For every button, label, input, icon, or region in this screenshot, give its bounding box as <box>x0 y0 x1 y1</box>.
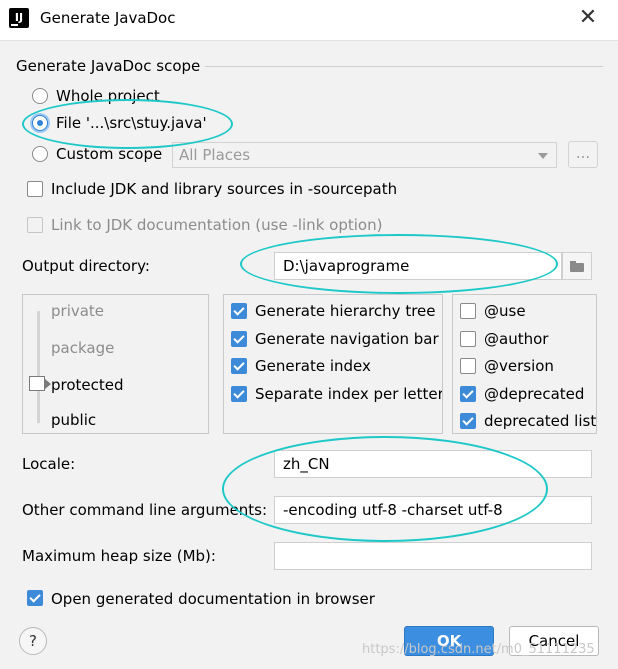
open-browser-label[interactable]: Open generated documentation in browser <box>51 590 375 608</box>
file-scope-label[interactable]: File '...\src\stuy.java' <box>56 114 207 132</box>
output-directory-field[interactable]: D:\javaprograme <box>274 252 562 280</box>
close-icon[interactable]: ✕ <box>576 6 600 30</box>
locale-field[interactable]: zh_CN <box>274 450 592 478</box>
version-tag-label[interactable]: @version <box>484 357 554 375</box>
deprecated-list-checkbox[interactable] <box>460 413 476 429</box>
deprecated-tag-label[interactable]: @deprecated <box>484 385 584 403</box>
navigation-bar-checkbox[interactable] <box>231 331 247 347</box>
custom-scope-value: All Places <box>179 146 251 164</box>
generate-options-panel: Generate hierarchy tree Generate navigat… <box>223 294 443 434</box>
other-args-label: Other command line arguments: <box>22 501 268 519</box>
output-directory-label: Output directory: <box>22 257 150 275</box>
author-tag-label[interactable]: @author <box>484 330 548 348</box>
hierarchy-tree-checkbox[interactable] <box>231 303 247 319</box>
folder-icon[interactable] <box>562 252 592 280</box>
window-title: Generate JavaDoc <box>40 9 176 27</box>
chevron-down-icon <box>538 153 548 159</box>
scope-section-title: Generate JavaDoc scope <box>16 57 201 75</box>
version-tag-checkbox[interactable] <box>460 358 476 374</box>
visibility-private[interactable]: private <box>51 302 104 320</box>
link-jdk-checkbox[interactable] <box>27 217 43 233</box>
file-scope-radio[interactable] <box>32 115 48 131</box>
browse-scope-button[interactable]: ... <box>568 141 598 168</box>
output-directory-value: D:\javaprograme <box>283 257 410 275</box>
visibility-slider-thumb[interactable] <box>29 376 51 391</box>
other-args-value: -encoding utf-8 -charset utf-8 <box>283 501 503 519</box>
generate-index-label[interactable]: Generate index <box>255 357 371 375</box>
whole-project-label[interactable]: Whole project <box>56 87 160 105</box>
heap-size-field[interactable] <box>274 542 592 570</box>
custom-scope-dropdown[interactable]: All Places <box>172 142 557 168</box>
generate-index-checkbox[interactable] <box>231 358 247 374</box>
other-args-field[interactable]: -encoding utf-8 -charset utf-8 <box>274 496 592 524</box>
use-tag-label[interactable]: @use <box>484 302 526 320</box>
visibility-package[interactable]: package <box>51 339 114 357</box>
visibility-slider-track[interactable] <box>37 311 40 423</box>
locale-label: Locale: <box>22 455 76 473</box>
visibility-protected[interactable]: protected <box>51 376 124 394</box>
help-button[interactable]: ? <box>19 627 47 655</box>
open-browser-checkbox[interactable] <box>27 590 43 606</box>
deprecated-tag-checkbox[interactable] <box>460 386 476 402</box>
intellij-app-icon: IJ <box>9 8 29 28</box>
link-jdk-label[interactable]: Link to JDK documentation (use -link opt… <box>51 216 382 234</box>
author-tag-checkbox[interactable] <box>460 331 476 347</box>
deprecated-list-label[interactable]: deprecated list <box>484 412 596 430</box>
include-jdk-checkbox[interactable] <box>27 181 43 197</box>
whole-project-radio[interactable] <box>32 88 48 104</box>
use-tag-checkbox[interactable] <box>460 303 476 319</box>
include-jdk-label[interactable]: Include JDK and library sources in -sour… <box>51 180 397 198</box>
separate-index-label[interactable]: Separate index per letter <box>255 385 442 403</box>
visibility-panel: private package protected public <box>22 294 209 434</box>
visibility-public[interactable]: public <box>51 411 96 429</box>
locale-value: zh_CN <box>283 455 330 473</box>
custom-scope-label[interactable]: Custom scope <box>56 145 162 163</box>
separate-index-checkbox[interactable] <box>231 386 247 402</box>
title-bar: IJ Generate JavaDoc ✕ <box>0 0 618 41</box>
heap-size-label: Maximum heap size (Mb): <box>22 547 216 565</box>
navigation-bar-label[interactable]: Generate navigation bar <box>255 330 439 348</box>
section-divider <box>205 66 603 67</box>
watermark: https://blog.csdn.net/m0_51111235 <box>362 642 595 657</box>
custom-scope-radio[interactable] <box>32 146 48 162</box>
hierarchy-tree-label[interactable]: Generate hierarchy tree <box>255 302 436 320</box>
tag-options-panel: @use @author @version @deprecated deprec… <box>452 294 597 434</box>
